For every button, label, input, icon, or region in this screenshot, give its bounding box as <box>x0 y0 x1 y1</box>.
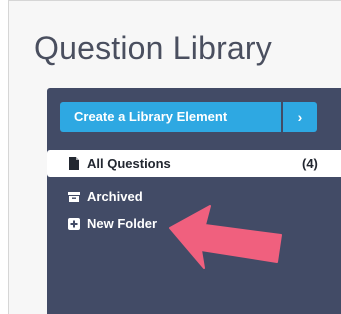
create-dropdown-button[interactable]: › <box>283 102 317 132</box>
library-sidebar: Create a Library Element › All Questions… <box>47 88 341 314</box>
sidebar-item-label: New Folder <box>87 216 158 231</box>
archive-icon <box>68 192 80 202</box>
sidebar-item-new-folder[interactable]: New Folder <box>47 210 341 237</box>
sidebar-item-all-questions[interactable]: All Questions (4) <box>47 150 341 177</box>
file-icon <box>69 157 79 170</box>
sidebar-item-archived[interactable]: Archived <box>47 183 341 210</box>
create-library-element-button[interactable]: Create a Library Element <box>60 102 281 132</box>
plus-box-icon <box>68 218 80 230</box>
question-count: (4) <box>302 156 318 171</box>
sidebar-item-label: Archived <box>87 189 143 204</box>
sidebar-item-label: All Questions <box>87 156 171 171</box>
page-title: Question Library <box>34 30 272 66</box>
